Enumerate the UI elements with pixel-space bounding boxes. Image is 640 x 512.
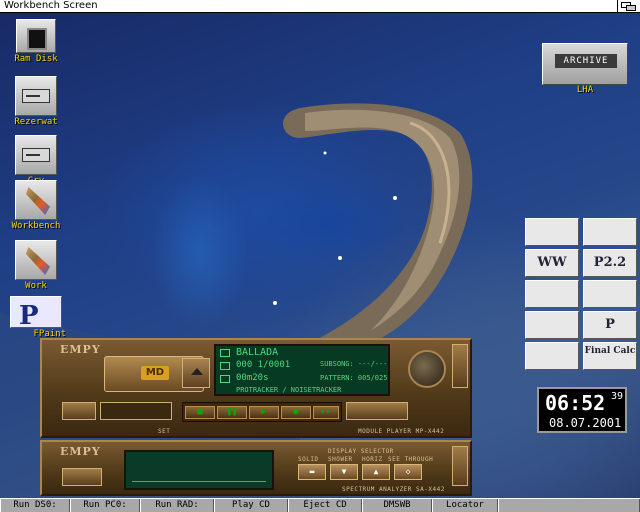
power-button[interactable] [62, 402, 96, 420]
set-label: SET [158, 428, 171, 435]
spectrum-analyzer-window[interactable]: EMPY DISPLAY SELECTOR SOLID SHOWER HORIZ… [40, 440, 472, 496]
seethrough-mode-button[interactable]: ◇ [394, 464, 422, 480]
notes-tool-icon[interactable] [525, 311, 579, 339]
clock-seconds: 39 [611, 391, 624, 402]
pause-icon[interactable]: ❚❚ [217, 406, 247, 419]
title-icon [220, 349, 230, 357]
icon-label: Rezerwat [14, 117, 58, 127]
icon-label: Ram Disk [14, 54, 58, 64]
book-tool-icon[interactable] [525, 280, 579, 308]
analyzer-brand: EMPY [60, 445, 101, 458]
run-ds0-button[interactable]: Run DS0: [0, 499, 70, 512]
pen-tool-icon[interactable] [525, 342, 579, 370]
launcher-spacer [498, 499, 640, 512]
stop-icon[interactable]: ■ [185, 406, 215, 419]
md-label: MD [141, 366, 169, 380]
stack-tool-icon[interactable] [583, 280, 637, 308]
mode-shower-label: SHOWER [328, 456, 353, 463]
analyzer-power-button[interactable] [62, 468, 102, 486]
work-drive-icon[interactable]: Work [4, 240, 68, 292]
ram-disk-icon[interactable]: Ram Disk [4, 19, 68, 65]
dmswb-button[interactable]: DMSWB [362, 499, 432, 512]
song-title: BALLADA [236, 347, 279, 358]
next-icon[interactable]: ▸▸ [313, 406, 339, 419]
wordworth-tool-icon[interactable]: WW [525, 249, 579, 277]
screen-title: Workbench Screen [4, 0, 98, 11]
lha-icon[interactable]: ARCHIVE LHA [542, 43, 628, 95]
module-player-window[interactable]: EMPY MD BALLADA 000 1/0001 SUBSONG: ---/… [40, 338, 472, 438]
publisher-tool-icon[interactable]: P [583, 311, 637, 339]
analyzer-model: SPECTRUM ANALYZER SA-X442 [342, 486, 445, 493]
clock-time: 06:52 [545, 391, 606, 415]
mode-seethrough-label: SEE THROUGH [388, 456, 434, 463]
workbench-drive-icon[interactable]: Workbench [4, 180, 68, 232]
eject-icon[interactable] [182, 358, 210, 388]
tool-grid: WW P2.2 P Final Calc [525, 218, 639, 370]
preset-buttons[interactable] [100, 402, 172, 420]
locator-button[interactable]: Locator [432, 499, 498, 512]
seek-slider[interactable] [346, 402, 408, 420]
archive-icon: ARCHIVE [555, 54, 617, 68]
volume-knob[interactable] [408, 350, 446, 388]
icon-label: Workbench [11, 221, 61, 231]
analyzer-side-gadget[interactable] [452, 446, 468, 486]
time-icon [220, 375, 230, 383]
depth-gadget-icon[interactable] [617, 0, 639, 12]
fpaint-icon[interactable]: P FPaint [4, 296, 68, 340]
subsong-readout: SUBSONG: ---/--- [320, 360, 388, 368]
clock-widget: 06:52 39 08.07.2001 [537, 387, 627, 433]
icon-label: LHA [576, 85, 594, 95]
player-brand: EMPY [60, 343, 101, 356]
record-icon[interactable]: ● [281, 406, 311, 419]
horiz-mode-button[interactable]: ▲ [362, 464, 390, 480]
final-calc-tool-icon[interactable]: Final Calc [583, 342, 637, 370]
solid-mode-button[interactable]: ▬ [298, 464, 326, 480]
workbench-titlebar[interactable]: Workbench Screen [0, 0, 640, 13]
rezerwat-drive-icon[interactable]: Rezerwat [4, 76, 68, 128]
play-cd-button[interactable]: Play CD [214, 499, 288, 512]
play-icon[interactable]: ▶ [249, 406, 279, 419]
song-position: 000 1/0001 [236, 360, 291, 370]
spreadsheet-tool-icon[interactable] [525, 218, 579, 246]
launcher-bar: Run DS0: Run PC0: Run RAD: Play CD Eject… [0, 498, 640, 512]
run-pc0-button[interactable]: Run PC0: [70, 499, 140, 512]
mode-horiz-label: HORIZ [362, 456, 383, 463]
transport-controls: ■ ❚❚ ▶ ● ▸▸ [182, 402, 342, 422]
song-time: 00m20s [236, 373, 269, 383]
eject-cd-button[interactable]: Eject CD [288, 499, 362, 512]
chart-tool-icon[interactable] [583, 218, 637, 246]
display-selector-label: DISPLAY SELECTOR [328, 448, 394, 455]
module-format: PROTRACKER / NOISETRACKER [236, 386, 342, 394]
player-model: MODULE PLAYER MP-X442 [358, 428, 445, 435]
shower-mode-button[interactable]: ▼ [330, 464, 358, 480]
pattern-readout: PATTERN: 005/025 [320, 374, 388, 382]
position-icon [220, 362, 230, 370]
player-lcd-display: BALLADA 000 1/0001 SUBSONG: ---/--- 00m2… [214, 344, 390, 396]
icon-label: Work [25, 281, 47, 291]
clock-date: 08.07.2001 [549, 416, 622, 430]
spectrum-display [124, 450, 274, 490]
pagestream-tool-icon[interactable]: P2.2 [583, 249, 637, 277]
player-side-gadget[interactable] [452, 344, 468, 388]
mode-solid-label: SOLID [298, 456, 319, 463]
run-rad-button[interactable]: Run RAD: [140, 499, 214, 512]
